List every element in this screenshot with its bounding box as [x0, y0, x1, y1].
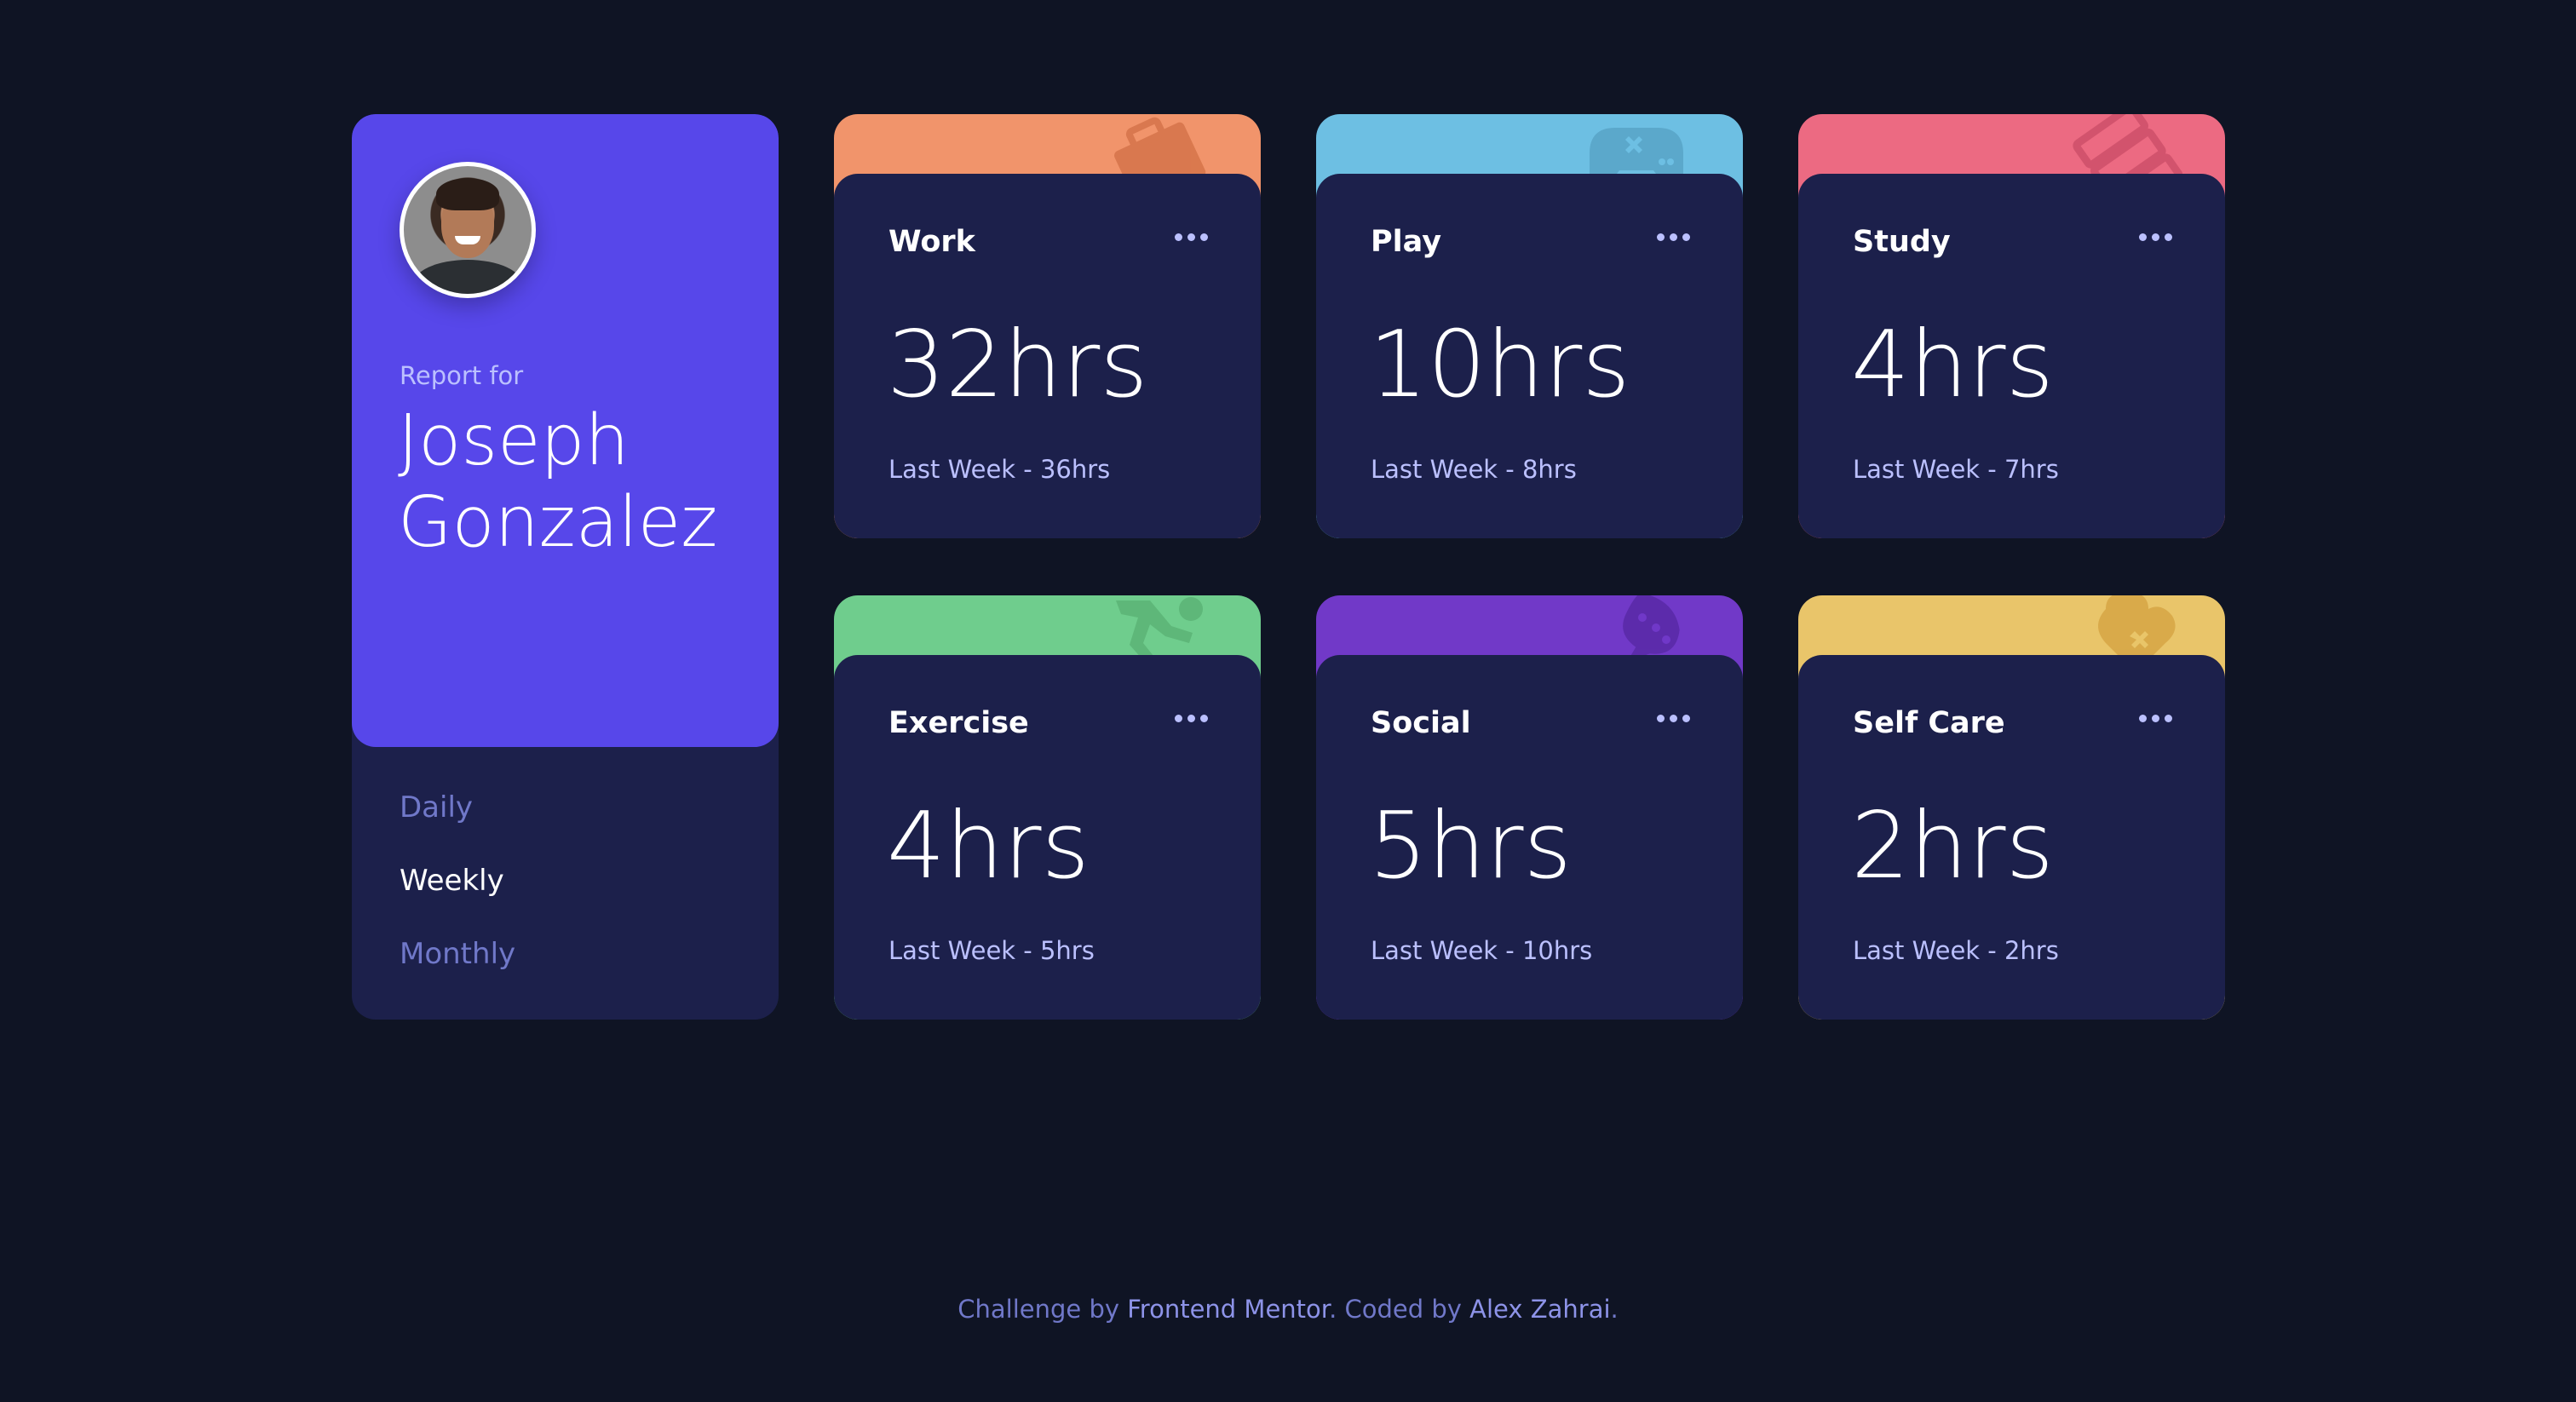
- activity-title: Self Care: [1853, 706, 2005, 740]
- activity-card-study[interactable]: Study 4hrs Last Week - 7hrs: [1798, 114, 2225, 538]
- activity-current-hours: 10hrs: [1369, 312, 1630, 418]
- more-options-icon[interactable]: [1657, 233, 1690, 241]
- report-for-label: Report for: [400, 361, 524, 390]
- activity-body: Work 32hrs Last Week - 36hrs: [834, 174, 1261, 538]
- activity-card-work[interactable]: Work 32hrs Last Week - 36hrs: [834, 114, 1261, 538]
- activity-title: Work: [888, 225, 975, 259]
- activity-title: Exercise: [888, 706, 1029, 740]
- activity-body: Self Care 2hrs Last Week - 2hrs: [1798, 655, 2225, 1020]
- activity-current-hours: 32hrs: [887, 312, 1148, 418]
- activity-previous-hours: Last Week - 8hrs: [1371, 455, 1577, 484]
- activity-card-social[interactable]: Social 5hrs Last Week - 10hrs: [1316, 595, 1743, 1020]
- profile-card: Report for Joseph Gonzalez Daily Weekly …: [352, 114, 779, 1020]
- books-icon: [2073, 114, 2182, 179]
- activity-card-play[interactable]: Play 10hrs Last Week - 8hrs: [1316, 114, 1743, 538]
- activity-current-hours: 4hrs: [887, 793, 1090, 899]
- more-options-icon[interactable]: [1657, 715, 1690, 722]
- activity-body: Play 10hrs Last Week - 8hrs: [1316, 174, 1743, 538]
- attribution-footer: Challenge by Frontend Mentor. Coded by A…: [957, 1295, 1619, 1324]
- profile-header: Report for Joseph Gonzalez: [352, 114, 779, 747]
- activity-previous-hours: Last Week - 7hrs: [1853, 455, 2059, 484]
- period-weekly[interactable]: Weekly: [400, 860, 515, 901]
- activity-current-hours: 5hrs: [1369, 793, 1572, 899]
- briefcase-icon: [1114, 117, 1206, 179]
- time-tracking-dashboard: Report for Joseph Gonzalez Daily Weekly …: [352, 114, 2225, 1020]
- user-last-name: Gonzalez: [398, 482, 718, 563]
- user-name: Joseph Gonzalez: [398, 400, 756, 564]
- activity-current-hours: 4hrs: [1851, 312, 2054, 418]
- avatar: [400, 162, 536, 298]
- activity-body: Exercise 4hrs Last Week - 5hrs: [834, 655, 1261, 1020]
- activity-current-hours: 2hrs: [1851, 793, 2054, 899]
- heart-icon: [2098, 595, 2176, 660]
- activity-card-exercise[interactable]: Exercise 4hrs Last Week - 5hrs: [834, 595, 1261, 1020]
- activity-title: Social: [1371, 706, 1471, 740]
- gamepad-icon: [1590, 128, 1683, 179]
- activity-previous-hours: Last Week - 36hrs: [888, 455, 1111, 484]
- period-switcher: Daily Weekly Monthly: [400, 787, 515, 974]
- more-options-icon[interactable]: [2139, 233, 2172, 241]
- activity-body: Social 5hrs Last Week - 10hrs: [1316, 655, 1743, 1020]
- author-link[interactable]: Alex Zahrai: [1469, 1295, 1610, 1324]
- user-first-name: Joseph: [398, 400, 630, 481]
- more-options-icon[interactable]: [1175, 715, 1208, 722]
- activity-body: Study 4hrs Last Week - 7hrs: [1798, 174, 2225, 538]
- activity-card-self-care[interactable]: Self Care 2hrs Last Week - 2hrs: [1798, 595, 2225, 1020]
- activity-previous-hours: Last Week - 2hrs: [1853, 936, 2059, 965]
- period-monthly[interactable]: Monthly: [400, 934, 515, 974]
- frontend-mentor-link[interactable]: Frontend Mentor: [1127, 1295, 1329, 1324]
- period-daily[interactable]: Daily: [400, 787, 515, 828]
- activity-previous-hours: Last Week - 5hrs: [888, 936, 1095, 965]
- more-options-icon[interactable]: [2139, 715, 2172, 722]
- runner-icon: [1116, 597, 1203, 660]
- more-options-icon[interactable]: [1175, 233, 1208, 241]
- activity-previous-hours: Last Week - 10hrs: [1371, 936, 1593, 965]
- activity-title: Study: [1853, 225, 1951, 259]
- activity-title: Play: [1371, 225, 1442, 259]
- chat-icon: [1623, 595, 1680, 660]
